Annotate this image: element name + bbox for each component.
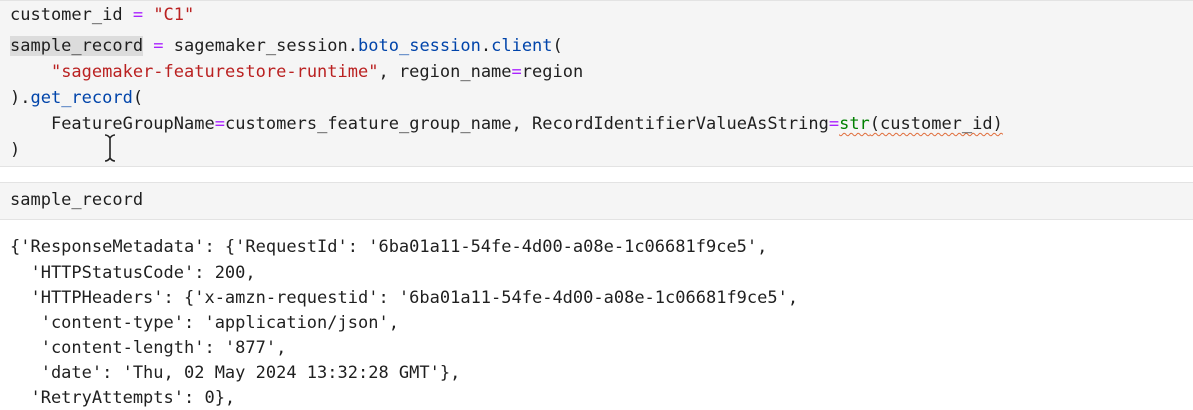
string-literal: "C1" xyxy=(153,5,195,25)
code-line-2: sample_record = sagemaker_session.boto_s… xyxy=(10,35,563,58)
text-cursor-icon xyxy=(104,134,116,162)
builtin-function: str xyxy=(839,114,870,134)
var-name: customer_id xyxy=(10,5,123,25)
output-line-5: 'content-length': '877', xyxy=(10,338,287,358)
code-line-6: ) xyxy=(10,139,20,162)
object-name: sagemaker_session xyxy=(173,36,348,56)
output-line-1: {'ResponseMetadata': {'RequestId': '6ba0… xyxy=(10,237,768,257)
output-line-6: 'date': 'Thu, 02 May 2024 13:32:28 GMT'}… xyxy=(10,363,461,383)
attribute: client xyxy=(491,36,553,56)
output-line-7: 'RetryAttempts': 0}, xyxy=(10,388,236,408)
code-line-5: FeatureGroupName=customers_feature_group… xyxy=(10,113,1003,136)
var-name-highlighted: sample_record xyxy=(10,36,144,56)
code-line-4: ).get_record( xyxy=(10,87,143,110)
keyword-arg: FeatureGroupName xyxy=(50,114,215,134)
output-line-4: 'content-type': 'application/json', xyxy=(10,313,399,333)
code-line-1: customer_id = "C1" xyxy=(10,4,194,27)
operator: = xyxy=(828,114,840,134)
output-line-2: 'HTTPStatusCode': 200, xyxy=(10,263,256,283)
code-line: sample_record xyxy=(10,190,144,210)
value: customers_feature_group_name, xyxy=(224,114,533,134)
code-line-3: "sagemaker-featurestore-runtime", region… xyxy=(10,61,583,84)
keyword-arg: , region_name xyxy=(378,62,512,82)
operator: = xyxy=(143,36,174,56)
operator: = xyxy=(511,62,522,82)
dot: . xyxy=(347,36,359,56)
string-literal: "sagemaker-featurestore-runtime" xyxy=(50,62,379,82)
attribute: boto_session xyxy=(358,36,481,56)
keyword-arg: RecordIdentifierValueAsString xyxy=(532,114,829,134)
output-line-3: 'HTTPHeaders': {'x-amzn-requestid': '6ba… xyxy=(10,288,799,308)
value: region xyxy=(521,62,584,82)
paren: ) xyxy=(10,140,21,160)
code-cell-1[interactable]: customer_id = "C1" sample_record = sagem… xyxy=(0,0,1193,167)
dot: . xyxy=(480,36,492,56)
paren: ( xyxy=(552,36,563,56)
cell-output: {'ResponseMetadata': {'RequestId': '6ba0… xyxy=(0,232,1193,408)
code-cell-2[interactable]: sample_record xyxy=(0,182,1193,220)
paren: ). xyxy=(10,88,31,108)
argument: (customer_id) xyxy=(869,114,1003,134)
operator: = xyxy=(214,114,225,134)
attribute: get_record xyxy=(30,88,133,108)
operator: = xyxy=(122,5,154,25)
paren: ( xyxy=(132,88,144,108)
